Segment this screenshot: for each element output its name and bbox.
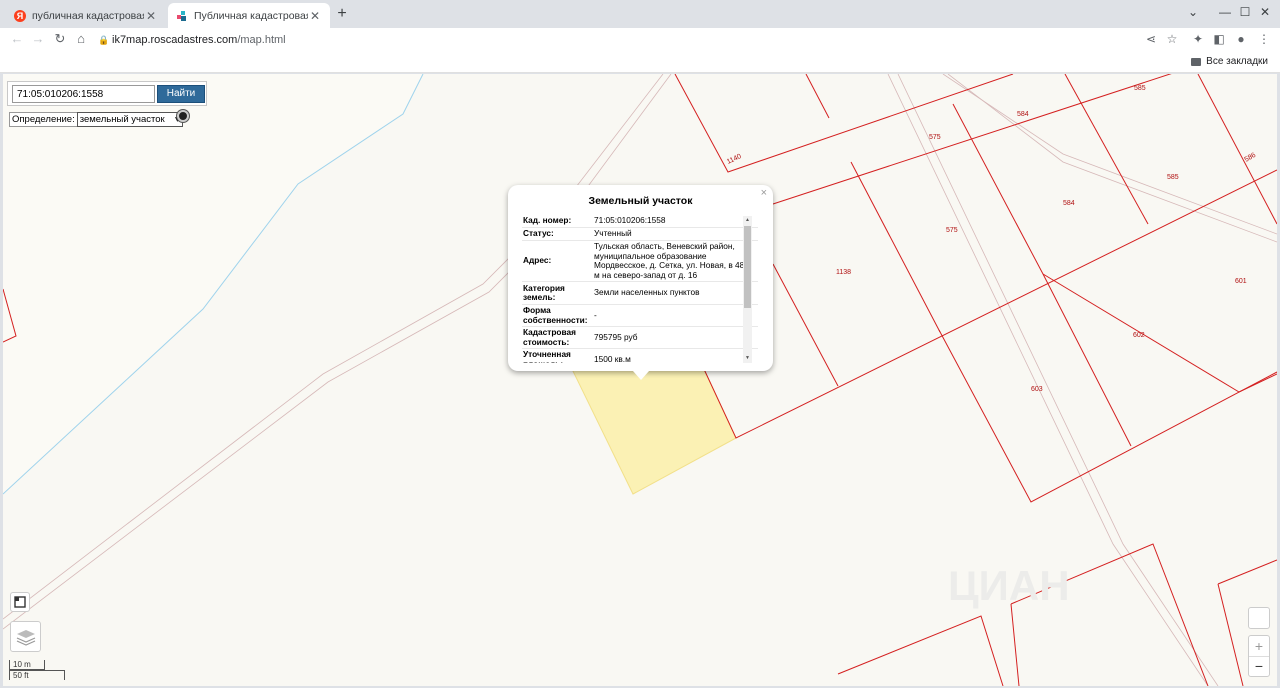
- table-row: Уточненная площадь:1500 кв.м: [522, 349, 758, 363]
- side-panel-icon[interactable]: ◧: [1211, 32, 1227, 46]
- tab-title: Публичная кадастровая карта: [194, 9, 308, 22]
- table-row: Форма собственности: -: [522, 305, 758, 327]
- cadastral-map[interactable]: 1140 575 584 585 586 575 584 585 1138 60…: [3, 74, 1277, 686]
- tab-search-icon[interactable]: ⌄: [1186, 5, 1200, 19]
- all-bookmarks-button[interactable]: Все закладки: [1191, 56, 1268, 67]
- scale-metric: 10 m: [9, 660, 45, 670]
- table-row: Адрес: Тульская область, Веневский район,…: [522, 241, 758, 282]
- new-tab-button[interactable]: +: [334, 5, 350, 23]
- watermark-logo: ЦИАН: [948, 562, 1070, 609]
- map-canvas[interactable]: 1140 575 584 585 586 575 584 585 1138 60…: [3, 74, 1277, 686]
- map-control-button[interactable]: [1248, 607, 1270, 629]
- parcel-number-label: 584: [1063, 200, 1075, 207]
- parcel-numbers: 1140 575 584 585 586 575 584 585 1138 60…: [726, 85, 1257, 393]
- fullscreen-icon: [14, 596, 26, 608]
- folder-icon: [1191, 57, 1202, 66]
- parcel-number-label: 575: [929, 134, 941, 141]
- parcel-number-label: 585: [1167, 174, 1179, 181]
- scroll-up-icon[interactable]: ▲: [743, 217, 752, 223]
- scrollbar-thumb[interactable]: [744, 226, 751, 308]
- zoom-control: + −: [1248, 635, 1270, 677]
- parcel-number-label: 585: [1134, 85, 1146, 92]
- selected-parcel[interactable]: [570, 366, 737, 495]
- forward-icon[interactable]: →: [30, 31, 46, 46]
- browser-toolbar: ← → ↻ ⌂ 🔒 ik7map.roscadastres.com/map.ht…: [0, 28, 1280, 52]
- parcel-number-label: 575: [946, 227, 958, 234]
- popup-table: Кад. номер: 71:05:010206:1558 Статус: Учте…: [522, 215, 758, 363]
- menu-icon[interactable]: ⋮: [1256, 32, 1272, 46]
- fullscreen-button[interactable]: [10, 592, 30, 612]
- identify-target-icon[interactable]: [177, 110, 189, 122]
- definition-select[interactable]: земельный участок▾: [76, 112, 183, 127]
- table-row: Статус: Учтенный: [522, 228, 758, 241]
- minimize-icon[interactable]: —: [1218, 5, 1232, 19]
- popup-pointer: [633, 371, 649, 380]
- maximize-icon[interactable]: ☐: [1238, 5, 1252, 19]
- layers-button[interactable]: [10, 621, 41, 652]
- parcel-number-label: 603: [1031, 386, 1043, 393]
- table-row: Категория земель: Земли населенных пункто…: [522, 282, 758, 305]
- url-path: /map.html: [237, 34, 286, 46]
- tab-cadastre-map[interactable]: Публичная кадастровая карта ✕: [168, 3, 330, 28]
- cadastral-number-input[interactable]: [12, 85, 155, 103]
- share-icon[interactable]: ⋖: [1143, 32, 1159, 46]
- definition-row: Определение: земельный участок▾: [9, 112, 183, 127]
- scroll-down-icon[interactable]: ▼: [743, 355, 752, 361]
- layers-icon: [16, 630, 36, 646]
- tab-title: публичная кадастровая карта: [32, 9, 144, 22]
- table-row: Кад. номер: 71:05:010206:1558: [522, 215, 758, 228]
- parcel-number-label: 586: [1244, 152, 1258, 164]
- parcel-number-label: 1140: [726, 153, 743, 166]
- map-site-icon: [177, 10, 186, 21]
- zoom-in-button[interactable]: +: [1249, 636, 1269, 657]
- tab-strip: Я публичная кадастровая карта ✕ Публична…: [0, 0, 1280, 28]
- extensions-icon[interactable]: ✦: [1190, 32, 1206, 46]
- tab-yandex[interactable]: Я публичная кадастровая карта ✕: [6, 3, 166, 28]
- definition-selected: земельный участок: [79, 114, 165, 125]
- parcel-number-label: 601: [1235, 278, 1247, 285]
- definition-label: Определение:: [9, 112, 77, 127]
- popup-title: Земельный участок: [588, 195, 693, 207]
- bookmarks-bar: Все закладки: [0, 52, 1280, 73]
- close-window-icon[interactable]: ✕: [1258, 5, 1272, 19]
- table-row: Кадастровая стоимость: 795795 руб: [522, 327, 758, 349]
- bookmark-star-icon[interactable]: ☆: [1164, 32, 1180, 46]
- home-icon[interactable]: ⌂: [73, 31, 89, 46]
- address-bar[interactable]: 🔒 ik7map.roscadastres.com/map.html: [98, 30, 1190, 50]
- url-host: ik7map.roscadastres.com: [112, 34, 238, 46]
- parcel-number-label: 584: [1017, 111, 1029, 118]
- scale-imperial: 50 ft: [9, 670, 65, 680]
- tab-close-icon[interactable]: ✕: [308, 9, 322, 23]
- popup-scrollbar[interactable]: ▲ ▼: [743, 216, 752, 363]
- profile-icon[interactable]: ●: [1233, 32, 1249, 46]
- parcel-number-label: 602: [1133, 332, 1145, 339]
- all-bookmarks-label: Все закладки: [1206, 56, 1268, 67]
- find-button[interactable]: Найти: [157, 85, 205, 103]
- lock-icon: 🔒: [98, 34, 110, 45]
- tab-close-icon[interactable]: ✕: [144, 9, 158, 23]
- parcel-info-popup: × Земельный участок Кад. номер: 71:05:010…: [508, 185, 773, 380]
- zoom-out-button[interactable]: −: [1249, 657, 1269, 677]
- search-panel: Найти: [7, 81, 207, 106]
- parcel-number-label: 1138: [836, 269, 851, 276]
- back-icon[interactable]: ←: [9, 31, 25, 46]
- reload-icon[interactable]: ↻: [52, 31, 68, 47]
- scale-bar: 10 m 50 ft: [9, 660, 65, 680]
- yandex-icon: Я: [14, 9, 26, 22]
